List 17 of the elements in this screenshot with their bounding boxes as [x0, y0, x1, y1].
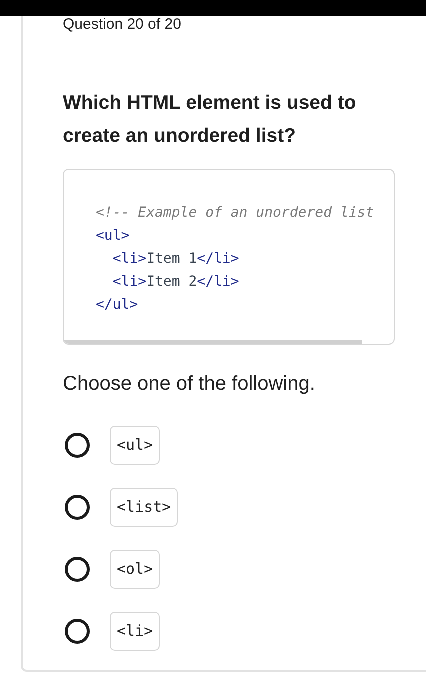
- answer-option[interactable]: <li>: [110, 612, 160, 651]
- question-text: Which HTML element is used to create an unordered list?: [63, 91, 358, 149]
- answer-option[interactable]: <ol>: [110, 550, 160, 589]
- answer-option[interactable]: <ul>: [110, 426, 160, 465]
- radio-button[interactable]: [65, 433, 90, 458]
- code-line: <li>Item 1</li>: [112, 250, 240, 269]
- code-line: <!-- Example of an unordered list: [96, 204, 374, 223]
- radio-button[interactable]: [65, 619, 90, 644]
- code-line: <li>Item 2</li>: [112, 273, 240, 292]
- scrollbar[interactable]: [64, 340, 362, 344]
- instruction-text: Choose one of the following.: [63, 372, 316, 396]
- answer-option[interactable]: <list>: [110, 488, 178, 527]
- radio-button[interactable]: [65, 557, 90, 582]
- question-counter: Question 20 of 20: [63, 16, 182, 34]
- code-line: </ul>: [96, 296, 138, 315]
- radio-button[interactable]: [65, 495, 90, 520]
- code-line: <ul>: [96, 227, 130, 246]
